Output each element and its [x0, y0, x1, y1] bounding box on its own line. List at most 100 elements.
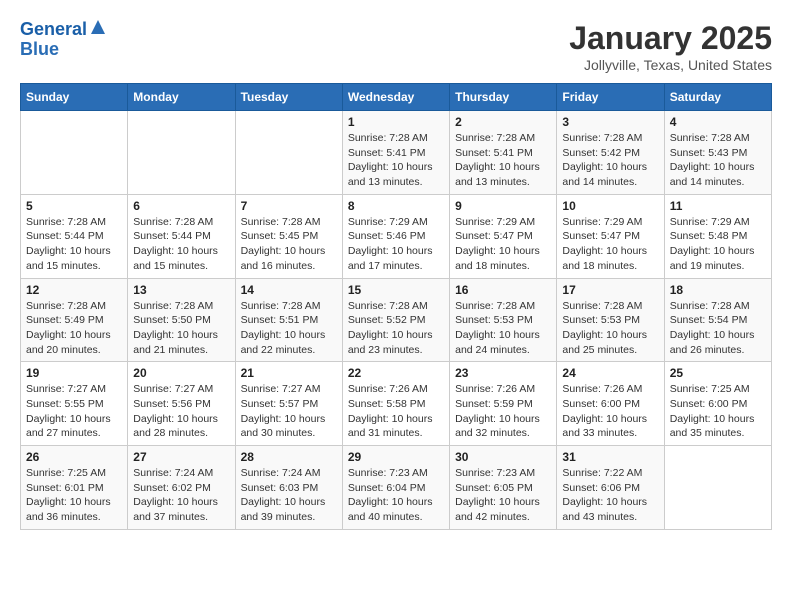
day-info: Sunrise: 7:28 AMSunset: 5:42 PMDaylight:…: [562, 131, 658, 190]
calendar-cell: 18 Sunrise: 7:28 AMSunset: 5:54 PMDayligh…: [664, 278, 771, 362]
calendar-title: January 2025: [569, 20, 772, 57]
day-number: 9: [455, 199, 551, 213]
day-number: 26: [26, 450, 122, 464]
day-number: 24: [562, 366, 658, 380]
day-number: 30: [455, 450, 551, 464]
day-info: Sunrise: 7:28 AMSunset: 5:44 PMDaylight:…: [26, 215, 122, 274]
calendar-cell: 15 Sunrise: 7:28 AMSunset: 5:52 PMDayligh…: [342, 278, 449, 362]
week-row-3: 12 Sunrise: 7:28 AMSunset: 5:49 PMDayligh…: [21, 278, 772, 362]
day-number: 12: [26, 283, 122, 297]
day-header-monday: Monday: [128, 84, 235, 111]
day-number: 3: [562, 115, 658, 129]
calendar-cell: 13 Sunrise: 7:28 AMSunset: 5:50 PMDayligh…: [128, 278, 235, 362]
day-header-thursday: Thursday: [450, 84, 557, 111]
calendar-cell: 22 Sunrise: 7:26 AMSunset: 5:58 PMDayligh…: [342, 362, 449, 446]
day-number: 6: [133, 199, 229, 213]
day-info: Sunrise: 7:28 AMSunset: 5:52 PMDaylight:…: [348, 299, 444, 358]
day-info: Sunrise: 7:26 AMSunset: 6:00 PMDaylight:…: [562, 382, 658, 441]
day-number: 23: [455, 366, 551, 380]
day-info: Sunrise: 7:28 AMSunset: 5:51 PMDaylight:…: [241, 299, 337, 358]
calendar-cell: 14 Sunrise: 7:28 AMSunset: 5:51 PMDayligh…: [235, 278, 342, 362]
day-number: 2: [455, 115, 551, 129]
day-number: 16: [455, 283, 551, 297]
logo-text: General: [20, 20, 87, 40]
logo: General Blue: [20, 20, 107, 60]
day-number: 20: [133, 366, 229, 380]
day-info: Sunrise: 7:24 AMSunset: 6:02 PMDaylight:…: [133, 466, 229, 525]
day-number: 21: [241, 366, 337, 380]
calendar-cell: 29 Sunrise: 7:23 AMSunset: 6:04 PMDayligh…: [342, 446, 449, 530]
calendar-cell: 17Sunrise: 7:28 AMSunset: 5:53 PMDayligh…: [557, 278, 664, 362]
calendar-table: SundayMondayTuesdayWednesdayThursdayFrid…: [20, 83, 772, 530]
day-info: Sunrise: 7:28 AMSunset: 5:53 PMDaylight:…: [455, 299, 551, 358]
day-header-saturday: Saturday: [664, 84, 771, 111]
day-info: Sunrise: 7:25 AMSunset: 6:00 PMDaylight:…: [670, 382, 766, 441]
calendar-cell: 30 Sunrise: 7:23 AMSunset: 6:05 PMDayligh…: [450, 446, 557, 530]
day-header-tuesday: Tuesday: [235, 84, 342, 111]
day-info: Sunrise: 7:28 AMSunset: 5:41 PMDaylight:…: [348, 131, 444, 190]
calendar-cell: 5 Sunrise: 7:28 AMSunset: 5:44 PMDaylight…: [21, 194, 128, 278]
day-info: Sunrise: 7:28 AMSunset: 5:43 PMDaylight:…: [670, 131, 766, 190]
day-number: 31: [562, 450, 658, 464]
day-number: 13: [133, 283, 229, 297]
day-info: Sunrise: 7:23 AMSunset: 6:04 PMDaylight:…: [348, 466, 444, 525]
page-header: General Blue January 2025 Jollyville, Te…: [20, 20, 772, 73]
week-row-1: 1 Sunrise: 7:28 AMSunset: 5:41 PMDaylight…: [21, 111, 772, 195]
calendar-cell: 12 Sunrise: 7:28 AMSunset: 5:49 PMDayligh…: [21, 278, 128, 362]
calendar-cell: 21 Sunrise: 7:27 AMSunset: 5:57 PMDayligh…: [235, 362, 342, 446]
calendar-cell: 25 Sunrise: 7:25 AMSunset: 6:00 PMDayligh…: [664, 362, 771, 446]
day-number: 14: [241, 283, 337, 297]
day-info: Sunrise: 7:28 AMSunset: 5:45 PMDaylight:…: [241, 215, 337, 274]
logo-blue-text: Blue: [20, 40, 59, 60]
calendar-cell: 19 Sunrise: 7:27 AMSunset: 5:55 PMDayligh…: [21, 362, 128, 446]
day-info: Sunrise: 7:29 AMSunset: 5:47 PMDaylight:…: [562, 215, 658, 274]
day-number: 19: [26, 366, 122, 380]
calendar-cell: 23Sunrise: 7:26 AMSunset: 5:59 PMDayligh…: [450, 362, 557, 446]
header-row: SundayMondayTuesdayWednesdayThursdayFrid…: [21, 84, 772, 111]
day-info: Sunrise: 7:29 AMSunset: 5:47 PMDaylight:…: [455, 215, 551, 274]
day-number: 29: [348, 450, 444, 464]
day-info: Sunrise: 7:29 AMSunset: 5:46 PMDaylight:…: [348, 215, 444, 274]
day-info: Sunrise: 7:27 AMSunset: 5:56 PMDaylight:…: [133, 382, 229, 441]
day-number: 15: [348, 283, 444, 297]
calendar-cell: 26 Sunrise: 7:25 AMSunset: 6:01 PMDayligh…: [21, 446, 128, 530]
day-info: Sunrise: 7:28 AMSunset: 5:54 PMDaylight:…: [670, 299, 766, 358]
calendar-cell: [235, 111, 342, 195]
day-info: Sunrise: 7:25 AMSunset: 6:01 PMDaylight:…: [26, 466, 122, 525]
week-row-4: 19 Sunrise: 7:27 AMSunset: 5:55 PMDayligh…: [21, 362, 772, 446]
calendar-cell: 4Sunrise: 7:28 AMSunset: 5:43 PMDaylight…: [664, 111, 771, 195]
day-info: Sunrise: 7:28 AMSunset: 5:50 PMDaylight:…: [133, 299, 229, 358]
calendar-cell: 24 Sunrise: 7:26 AMSunset: 6:00 PMDayligh…: [557, 362, 664, 446]
week-row-2: 5 Sunrise: 7:28 AMSunset: 5:44 PMDaylight…: [21, 194, 772, 278]
day-number: 5: [26, 199, 122, 213]
day-info: Sunrise: 7:26 AMSunset: 5:58 PMDaylight:…: [348, 382, 444, 441]
calendar-cell: 9 Sunrise: 7:29 AMSunset: 5:47 PMDaylight…: [450, 194, 557, 278]
calendar-cell: 11 Sunrise: 7:29 AMSunset: 5:48 PMDayligh…: [664, 194, 771, 278]
calendar-cell: 20 Sunrise: 7:27 AMSunset: 5:56 PMDayligh…: [128, 362, 235, 446]
calendar-subtitle: Jollyville, Texas, United States: [569, 57, 772, 73]
calendar-cell: [664, 446, 771, 530]
day-number: 10: [562, 199, 658, 213]
calendar-cell: 16 Sunrise: 7:28 AMSunset: 5:53 PMDayligh…: [450, 278, 557, 362]
day-number: 25: [670, 366, 766, 380]
day-info: Sunrise: 7:29 AMSunset: 5:48 PMDaylight:…: [670, 215, 766, 274]
calendar-cell: 8 Sunrise: 7:29 AMSunset: 5:46 PMDaylight…: [342, 194, 449, 278]
day-number: 7: [241, 199, 337, 213]
day-number: 22: [348, 366, 444, 380]
day-info: Sunrise: 7:27 AMSunset: 5:57 PMDaylight:…: [241, 382, 337, 441]
day-number: 11: [670, 199, 766, 213]
day-number: 27: [133, 450, 229, 464]
day-number: 8: [348, 199, 444, 213]
day-info: Sunrise: 7:22 AMSunset: 6:06 PMDaylight:…: [562, 466, 658, 525]
title-block: January 2025 Jollyville, Texas, United S…: [569, 20, 772, 73]
day-header-sunday: Sunday: [21, 84, 128, 111]
calendar-cell: 27 Sunrise: 7:24 AMSunset: 6:02 PMDayligh…: [128, 446, 235, 530]
calendar-cell: 3 Sunrise: 7:28 AMSunset: 5:42 PMDaylight…: [557, 111, 664, 195]
day-info: Sunrise: 7:28 AMSunset: 5:49 PMDaylight:…: [26, 299, 122, 358]
day-info: Sunrise: 7:23 AMSunset: 6:05 PMDaylight:…: [455, 466, 551, 525]
day-number: 18: [670, 283, 766, 297]
day-header-wednesday: Wednesday: [342, 84, 449, 111]
calendar-cell: [128, 111, 235, 195]
day-info: Sunrise: 7:27 AMSunset: 5:55 PMDaylight:…: [26, 382, 122, 441]
day-number: 1: [348, 115, 444, 129]
